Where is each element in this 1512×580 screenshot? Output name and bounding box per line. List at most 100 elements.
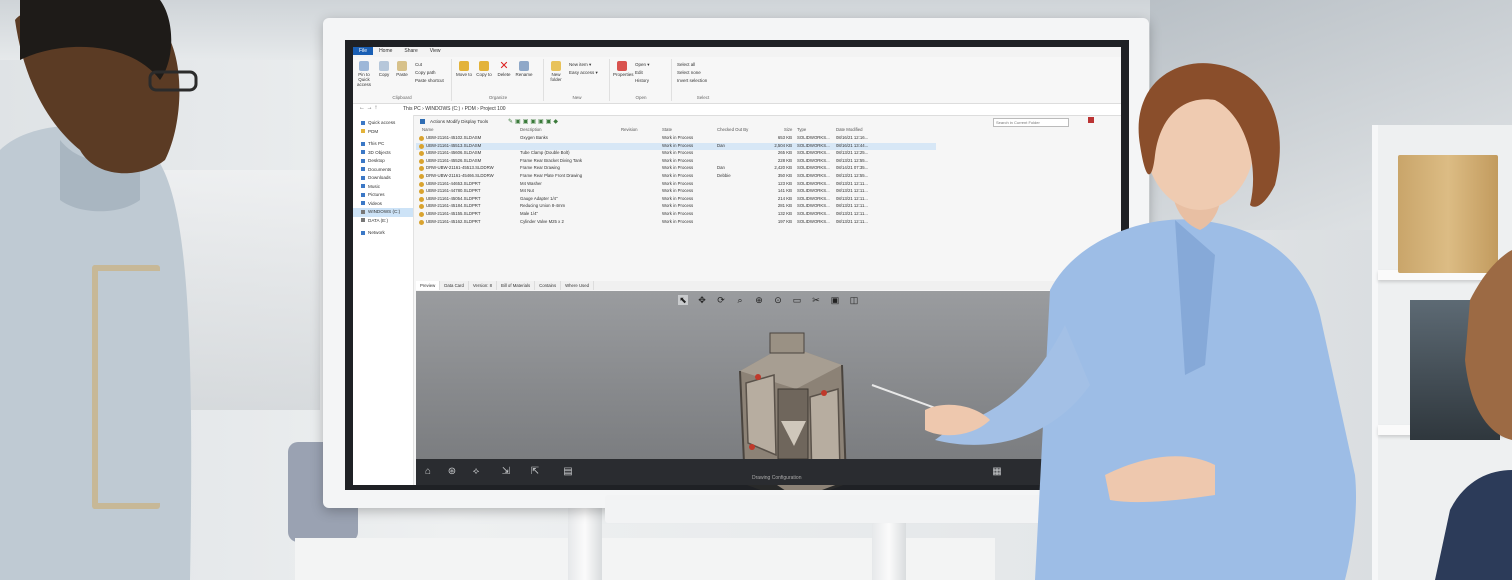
table-row[interactable]: UBW-21161-45102.SLDASM Oxygen Banks Work i…	[416, 135, 936, 143]
delete-button[interactable]: ✕ Delete	[495, 61, 513, 78]
measure-icon[interactable]: ▭	[792, 295, 802, 305]
file-icon	[419, 204, 424, 210]
select-none-button[interactable]: Select none	[677, 70, 701, 75]
rotate-icon[interactable]: ⟳	[716, 295, 726, 305]
column-size[interactable]: Size	[784, 127, 792, 132]
table-row[interactable]: UBW-21161-45184.SLDPRT Reducing Union 8-4…	[416, 203, 936, 211]
easy-access-button[interactable]: Easy access ▾	[569, 70, 598, 76]
paste-button[interactable]: Paste	[393, 61, 411, 77]
home-icon[interactable]: ⌂	[422, 466, 434, 477]
sidebar-item-documents[interactable]: Documents	[353, 166, 413, 175]
zoom-fit-icon[interactable]: ⊙	[773, 295, 783, 305]
sidebar-item-data-e[interactable]: DATA (E:)	[353, 217, 413, 226]
tab-home[interactable]: Home	[373, 47, 398, 55]
column-type[interactable]: Type	[797, 127, 806, 132]
table-row[interactable]: UBW-21161-45526.SLDASM Frame Rear Bracket…	[416, 158, 936, 166]
select-arrow-icon[interactable]: ⬉	[678, 295, 688, 305]
paste-shortcut-button[interactable]: Paste shortcut	[415, 78, 444, 83]
copy-to-icon	[479, 61, 489, 71]
tab-where-used[interactable]: Where Used	[561, 281, 594, 290]
document-icon	[361, 167, 365, 172]
sidebar-item-pdm[interactable]: PDM	[353, 128, 413, 137]
move-to-button[interactable]: Move to	[455, 61, 473, 77]
tab-data-card[interactable]: Data Card	[440, 281, 469, 290]
column-name[interactable]: Name	[422, 127, 433, 132]
sidebar-item-this-pc[interactable]: This PC	[353, 140, 413, 149]
new-folder-button[interactable]: New folder	[547, 61, 565, 82]
print-icon[interactable]: ▤	[562, 466, 574, 477]
column-date-modified[interactable]: Date Modified	[836, 127, 863, 132]
display-style-icon[interactable]: ▣	[830, 295, 840, 305]
reset-view-icon[interactable]: ⊛	[446, 466, 458, 477]
select-all-button[interactable]: Select all	[677, 62, 695, 67]
table-row[interactable]: UBW-21161-44653.SLDPRT M4 Washer Work in P…	[416, 181, 936, 189]
table-cell: UBW-21161-44780.SLDPRT	[426, 188, 481, 194]
table-row[interactable]: UBW-21161-45606.SLDASM Tube Clamp (Double…	[416, 150, 936, 158]
column-state[interactable]: State	[662, 127, 672, 132]
sidebar-item-3d-objects[interactable]: 3D Objects	[353, 149, 413, 158]
music-icon	[361, 184, 365, 189]
tab-share[interactable]: Share	[398, 47, 423, 55]
zoom-icon[interactable]: ⊕	[754, 295, 764, 305]
explode-icon[interactable]: ⇲	[500, 466, 512, 477]
table-row[interactable]: UBW-21161-45513.SLDASM Work in Process Dan…	[416, 142, 936, 151]
tab-bill-of-materials[interactable]: Bill of Materials	[497, 281, 536, 290]
sidebar-item-videos[interactable]: Videos	[353, 200, 413, 209]
table-row[interactable]: DRW-UBW-21161-45466.SLDDRW Frame Rear Pla…	[416, 173, 936, 181]
table-row[interactable]: UBW-21161-45054.SLDPRT Gauge Adapter 1/4"…	[416, 196, 936, 204]
table-row[interactable]: DRW-UBW-21161-45513.SLDDRW Frame Rear Dra…	[416, 165, 936, 173]
nav-arrows-icon[interactable]: ← → ↑	[359, 105, 377, 111]
table-row[interactable]: UBW-21161-45155.SLDPRT Male 1/4" Work in P…	[416, 211, 936, 219]
tab-version[interactable]: Version: 8	[469, 281, 497, 290]
view-orientation-icon[interactable]: ◫	[849, 295, 859, 305]
cut-button[interactable]: Cut	[415, 62, 422, 67]
pin-button[interactable]: Pin to Quick access	[355, 61, 373, 87]
rename-button[interactable]: Rename	[515, 61, 533, 77]
paste-icon	[397, 61, 407, 71]
sidebar-item-downloads[interactable]: Downloads	[353, 174, 413, 183]
column-description[interactable]: Description	[520, 127, 542, 132]
table-cell: Frame Rear Bracket Diving Tank	[520, 157, 583, 163]
sidebar-item-windows-c[interactable]: WINDOWS (C:)	[353, 208, 413, 217]
edit-button[interactable]: Edit	[635, 70, 643, 75]
sidebar-item-pictures[interactable]: Pictures	[353, 191, 413, 200]
copy-icon	[379, 61, 389, 71]
new-label: New	[572, 95, 582, 100]
table-cell: SOLIDWORKS...	[797, 142, 830, 148]
copy-path-button[interactable]: Copy path	[415, 70, 436, 75]
pan-icon[interactable]: ✥	[697, 295, 707, 305]
table-row[interactable]: UBW-21161-45162.SLDPRT Cylinder Valve M25…	[416, 219, 936, 227]
properties-icon	[617, 61, 627, 71]
folder-icon	[361, 129, 365, 134]
invert-selection-button[interactable]: Invert selection	[677, 78, 707, 83]
copy-to-button[interactable]: Copy to	[475, 61, 493, 77]
column-revision[interactable]: Revision	[621, 127, 637, 132]
file-icon	[419, 166, 424, 172]
sidebar-item-quick-access[interactable]: Quick access	[353, 119, 413, 128]
properties-button[interactable]: Properties	[613, 61, 634, 77]
tab-preview[interactable]: Preview	[416, 281, 441, 290]
section-view-icon[interactable]: ⇱	[529, 466, 541, 477]
measure-tool-icon[interactable]: ⟡	[470, 466, 482, 477]
picture-icon	[361, 192, 365, 197]
new-item-button[interactable]: New item ▾	[569, 62, 591, 68]
tab-file[interactable]: File	[353, 47, 374, 55]
file-icon	[419, 151, 424, 157]
table-cell: Work in Process	[662, 203, 694, 209]
sidebar-item-music[interactable]: Music	[353, 183, 413, 192]
section-icon[interactable]: ✂	[811, 295, 821, 305]
table-cell: SOLIDWORKS...	[797, 157, 830, 163]
breadcrumb[interactable]: This PC › WINDOWS (C:) › PDM › Project 1…	[403, 106, 506, 112]
sidebar-item-network[interactable]: Network	[353, 229, 413, 238]
open-button[interactable]: Open ▾	[635, 62, 650, 68]
pdm-tool-icons[interactable]: ✎▣▣▣▣▣◆	[508, 118, 560, 125]
pdm-menu[interactable]: Actions Modify Display Tools	[430, 119, 488, 124]
copy-button[interactable]: Copy	[375, 61, 393, 77]
table-row[interactable]: UBW-21161-44780.SLDPRT M4 Nut Work in Proc…	[416, 188, 936, 196]
sidebar-item-desktop[interactable]: Desktop	[353, 157, 413, 166]
tab-view[interactable]: View	[424, 47, 447, 55]
column-checked-out-by[interactable]: Checked Out By	[717, 127, 748, 132]
history-button[interactable]: History	[635, 78, 649, 83]
zoom-area-icon[interactable]: ⌕	[735, 295, 745, 305]
tab-contains[interactable]: Contains	[535, 281, 562, 290]
